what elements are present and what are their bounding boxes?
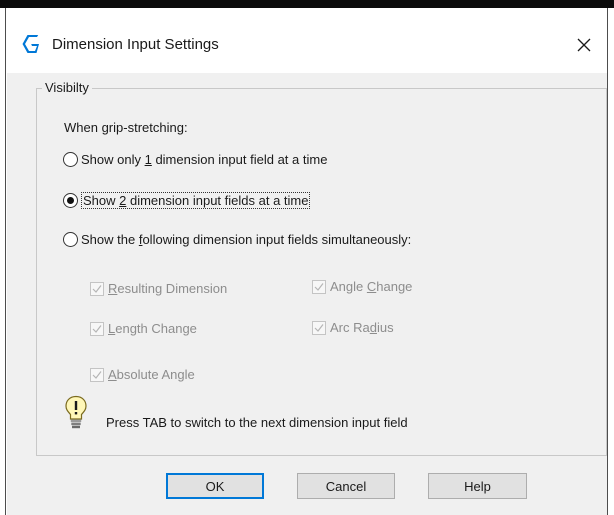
radio-label: Show 2 dimension input fields at a time xyxy=(81,192,311,209)
checkbox-label: Arc Radius xyxy=(330,320,394,335)
checkbox-box[interactable] xyxy=(90,281,104,296)
checkbox-length-change[interactable]: Length Change xyxy=(90,321,197,336)
radio-show-following-fields[interactable]: Show the following dimension input field… xyxy=(63,232,411,247)
checkbox-box[interactable] xyxy=(90,321,104,336)
visibility-group-label: Visibilty xyxy=(42,80,92,95)
checkmark-icon xyxy=(314,282,324,291)
window-left-border xyxy=(0,8,6,515)
radio-indicator[interactable] xyxy=(63,232,78,247)
ok-button[interactable]: OK xyxy=(166,473,264,499)
radio-label: Show the following dimension input field… xyxy=(81,232,412,247)
checkbox-angle-change[interactable]: Angle Change xyxy=(312,279,412,294)
window-right-border xyxy=(607,8,614,515)
cancel-button[interactable]: Cancel xyxy=(297,473,395,499)
checkbox-label: Length Change xyxy=(108,321,197,336)
lightbulb-icon xyxy=(65,395,87,429)
radio-show-two-fields[interactable]: Show 2 dimension input fields at a time xyxy=(63,192,311,209)
close-button[interactable] xyxy=(567,30,601,60)
checkbox-box[interactable] xyxy=(312,279,326,294)
close-icon xyxy=(577,38,591,52)
checkmark-icon xyxy=(92,324,102,333)
checkbox-box[interactable] xyxy=(90,367,104,382)
grip-stretching-label: When grip-stretching: xyxy=(64,120,188,135)
checkbox-arc-radius[interactable]: Arc Radius xyxy=(312,320,394,335)
checkbox-label: Resulting Dimension xyxy=(108,281,228,296)
checkbox-resulting-dimension[interactable]: Resulting Dimension xyxy=(90,281,227,296)
checkbox-absolute-angle[interactable]: Absolute Angle xyxy=(90,367,195,382)
visibility-group xyxy=(36,88,607,456)
radio-label: Show only 1 dimension input field at a t… xyxy=(81,152,328,167)
tab-tip-text: Press TAB to switch to the next dimensio… xyxy=(106,415,408,430)
checkmark-icon xyxy=(314,323,324,332)
app-logo-g-icon xyxy=(22,35,39,53)
dialog-title: Dimension Input Settings xyxy=(52,36,219,53)
radio-indicator[interactable] xyxy=(63,193,78,208)
checkmark-icon xyxy=(92,284,102,293)
checkbox-label: Angle Change xyxy=(330,279,413,294)
checkbox-box[interactable] xyxy=(312,320,326,335)
checkmark-icon xyxy=(92,370,102,379)
window-top-strip xyxy=(0,0,614,8)
checkbox-label: Absolute Angle xyxy=(108,367,195,382)
help-button[interactable]: Help xyxy=(428,473,527,499)
radio-show-one-field[interactable]: Show only 1 dimension input field at a t… xyxy=(63,152,327,167)
radio-indicator[interactable] xyxy=(63,152,78,167)
